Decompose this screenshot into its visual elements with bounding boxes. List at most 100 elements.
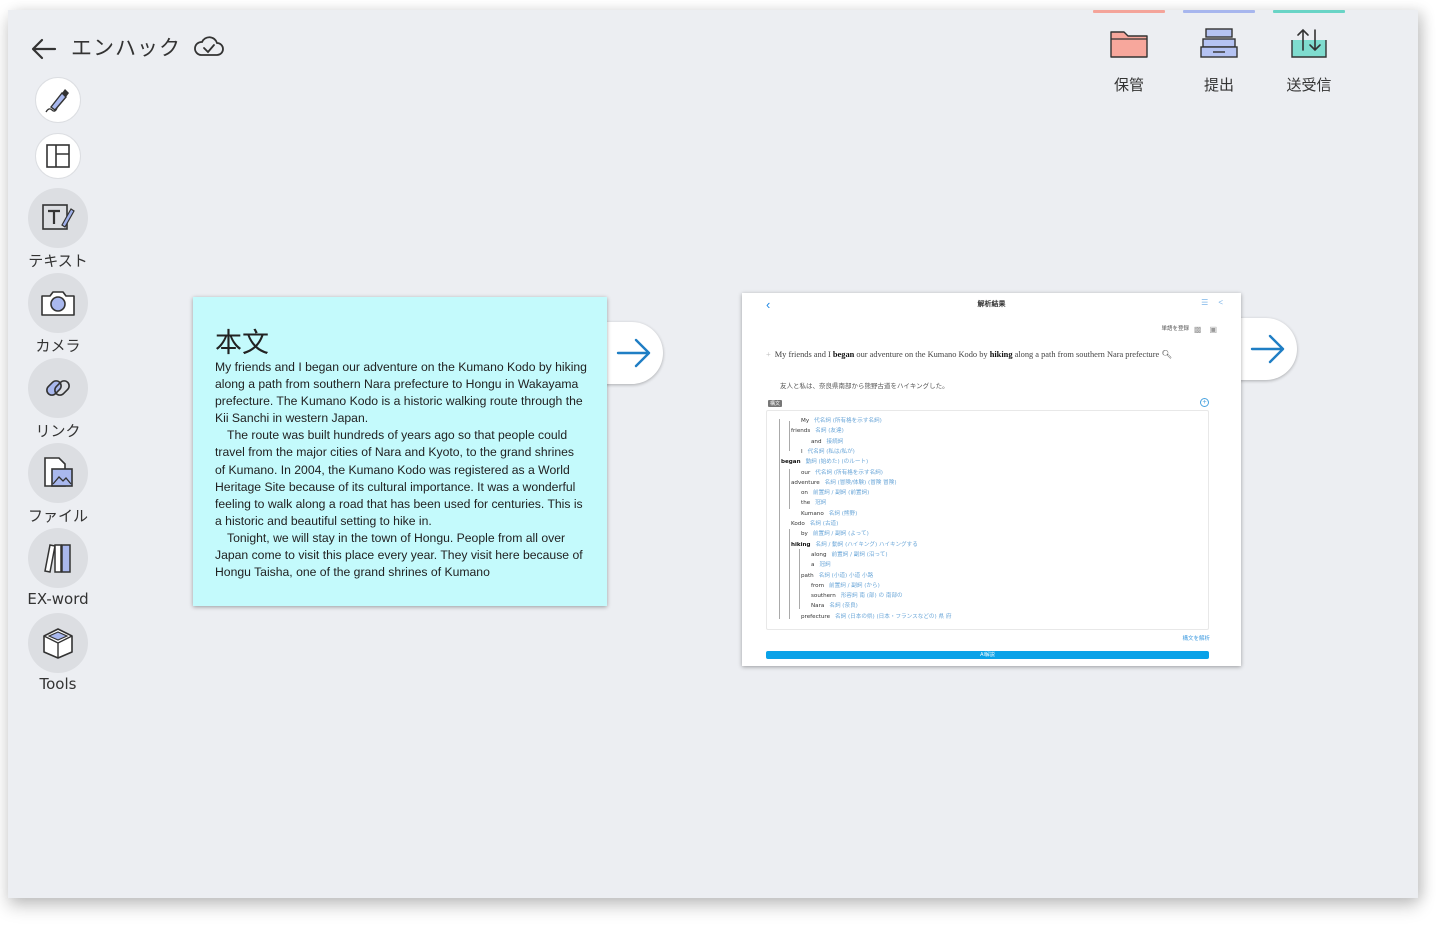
sentence-part: along a path from southern Nara prefectu…: [1012, 350, 1160, 359]
text-card-next-button[interactable]: [605, 322, 663, 384]
app-title: エンハック: [71, 36, 181, 60]
file-tool-label: ファイル: [27, 507, 88, 525]
tree-word[interactable]: by: [801, 531, 808, 537]
tree-word[interactable]: I: [801, 449, 803, 455]
camera-tool-label: カメラ: [35, 337, 81, 355]
analyzed-sentence: + My friends and I began our adventure on…: [766, 347, 1186, 364]
link-icon: [46, 380, 70, 396]
text-edit-icon: [42, 204, 75, 230]
books-icon: [44, 544, 71, 573]
tree-gloss: 名詞 (友達): [815, 428, 844, 435]
sentence-translation: 友人と私は、奈良県南部から熊野古道をハイキングした。: [780, 382, 949, 390]
card-body: My friends and I began our adventure on …: [215, 359, 587, 583]
tree-gloss: 名詞 (小道) 小道 小路: [818, 572, 874, 579]
text-tool-circle: [28, 188, 88, 248]
text-tool[interactable]: テキスト: [20, 188, 96, 271]
card-paragraph: My friends and I began our adventure on …: [215, 360, 587, 426]
analyze-link[interactable]: 構文を解析: [1182, 634, 1210, 642]
link-tool[interactable]: リンク: [20, 358, 96, 441]
tree-word[interactable]: the: [801, 500, 810, 506]
submit-button[interactable]: 提出: [1183, 10, 1255, 100]
tree-word[interactable]: from: [811, 583, 824, 589]
analysis-result-card[interactable]: ‹ 解析結果 ☰ < 単語を登録 ▩ ▣ + My friends and I beg…: [742, 293, 1241, 666]
storage-label: 保管: [1113, 76, 1144, 94]
tree-word[interactable]: began: [781, 459, 801, 465]
tree-word[interactable]: path: [801, 573, 814, 579]
pen-tool-circle: [35, 77, 81, 123]
tree-gloss: 名詞 (冒険/体験) (冒険 冒険): [824, 479, 897, 486]
submit-accent-bar: [1183, 10, 1255, 13]
tree-connector: [789, 421, 790, 451]
tree-word[interactable]: Nara: [811, 603, 824, 609]
result-tool-icons: ▩ ▣: [1186, 325, 1217, 334]
tree-row: adventure 名詞 (冒険/体験) (冒険 冒険): [791, 478, 897, 486]
tree-gloss: 冠詞: [819, 562, 831, 569]
tree-gloss: 前置詞 / 副詞 (よって): [812, 531, 869, 538]
toolbox-icon: [43, 628, 73, 659]
tree-row: our 代名詞 (所有格を示す名詞): [801, 468, 883, 476]
syntax-tag: 構文: [768, 400, 783, 407]
tree-gloss: 前置詞 / 副詞 (から): [829, 582, 880, 589]
tree-word[interactable]: hiking: [791, 542, 811, 548]
add-word-label[interactable]: 単語を登録: [1161, 324, 1189, 332]
send-receive-button[interactable]: 送受信: [1273, 10, 1345, 100]
send-receive-label: 送受信: [1286, 76, 1332, 94]
plus-circle-icon[interactable]: +: [1200, 398, 1209, 407]
tree-word[interactable]: Kumano: [801, 511, 824, 517]
tree-gloss: 名詞 (古道): [809, 521, 839, 527]
tree-word[interactable]: our: [801, 470, 810, 476]
tree-word[interactable]: on: [801, 490, 808, 496]
tree-gloss: 代名詞 (私は/私が): [807, 448, 855, 455]
note-icon[interactable]: ☰: [1201, 298, 1208, 307]
tree-word[interactable]: and: [811, 439, 822, 445]
card-paragraph: Tonight, we will stay in the town of Hon…: [215, 530, 583, 580]
tree-gloss: 代名詞 (所有格を示す名詞): [814, 418, 882, 424]
syntax-tree: My 代名詞 (所有格を示す名詞) friends 名詞 (友達) and 接続詞 I 代名詞…: [766, 410, 1209, 630]
print-icon[interactable]: ▩: [1194, 325, 1202, 334]
file-image-icon: [44, 457, 73, 487]
tree-row: Nara 名詞 (奈良): [811, 601, 858, 609]
tools-tool-label: Tools: [39, 675, 77, 693]
result-card-next-button[interactable]: [1239, 318, 1297, 380]
tree-row: I 代名詞 (私は/私が): [801, 447, 855, 455]
sentence-part-bold: began: [832, 350, 855, 359]
tree-word[interactable]: friends: [791, 428, 810, 434]
exword-tool-label: EX-word: [27, 590, 89, 608]
submit-label: 提出: [1203, 76, 1234, 94]
tree-connector: [789, 469, 790, 509]
ai-explain-button[interactable]: AI解説: [766, 651, 1209, 659]
tree-gloss: 代名詞 (所有格を示す名詞): [815, 469, 883, 476]
tree-word[interactable]: southern: [811, 593, 836, 599]
tree-word[interactable]: prefecture: [801, 614, 830, 620]
layout-tool-circle: [35, 133, 81, 179]
tree-row: southern 形容詞 南 (部) の 南部の: [811, 591, 903, 599]
storage-button[interactable]: 保管: [1093, 10, 1165, 100]
tree-word[interactable]: adventure: [791, 480, 820, 486]
tree-connector: [789, 529, 790, 619]
share-icon[interactable]: <: [1218, 298, 1223, 307]
tree-word[interactable]: My: [801, 418, 809, 424]
honbun-card[interactable]: 本文 My friends and I began our adventure …: [193, 297, 607, 606]
tree-row: path 名詞 (小道) 小道 小路: [801, 571, 873, 579]
translate-icon[interactable]: ▣: [1209, 325, 1217, 334]
tree-row: friends 名詞 (友達): [791, 426, 844, 434]
camera-tool-circle: [28, 273, 88, 333]
tree-gloss: 動詞 (始めた) (のルート): [805, 459, 869, 466]
exword-tool[interactable]: EX-word: [20, 528, 96, 608]
cloud-check-icon[interactable]: [193, 34, 225, 60]
layout-tool[interactable]: [20, 133, 96, 179]
tree-word[interactable]: a: [811, 562, 814, 568]
send-receive-accent-bar: [1273, 10, 1345, 13]
search-icon[interactable]: 🔍︎: [1161, 350, 1172, 359]
tree-gloss: 前置詞 / 副詞 (前置詞): [812, 490, 870, 497]
tools-tool[interactable]: Tools: [20, 613, 96, 693]
tree-connector: [799, 549, 800, 609]
card-title: 本文: [215, 328, 269, 359]
camera-tool[interactable]: カメラ: [20, 273, 96, 356]
pen-tool[interactable]: [20, 77, 96, 123]
tree-word[interactable]: along: [811, 552, 827, 558]
file-tool[interactable]: ファイル: [20, 443, 96, 526]
arrow-left-icon[interactable]: [30, 36, 58, 62]
arrow-right-icon: [616, 338, 651, 368]
tree-word[interactable]: Kodo: [791, 521, 805, 527]
